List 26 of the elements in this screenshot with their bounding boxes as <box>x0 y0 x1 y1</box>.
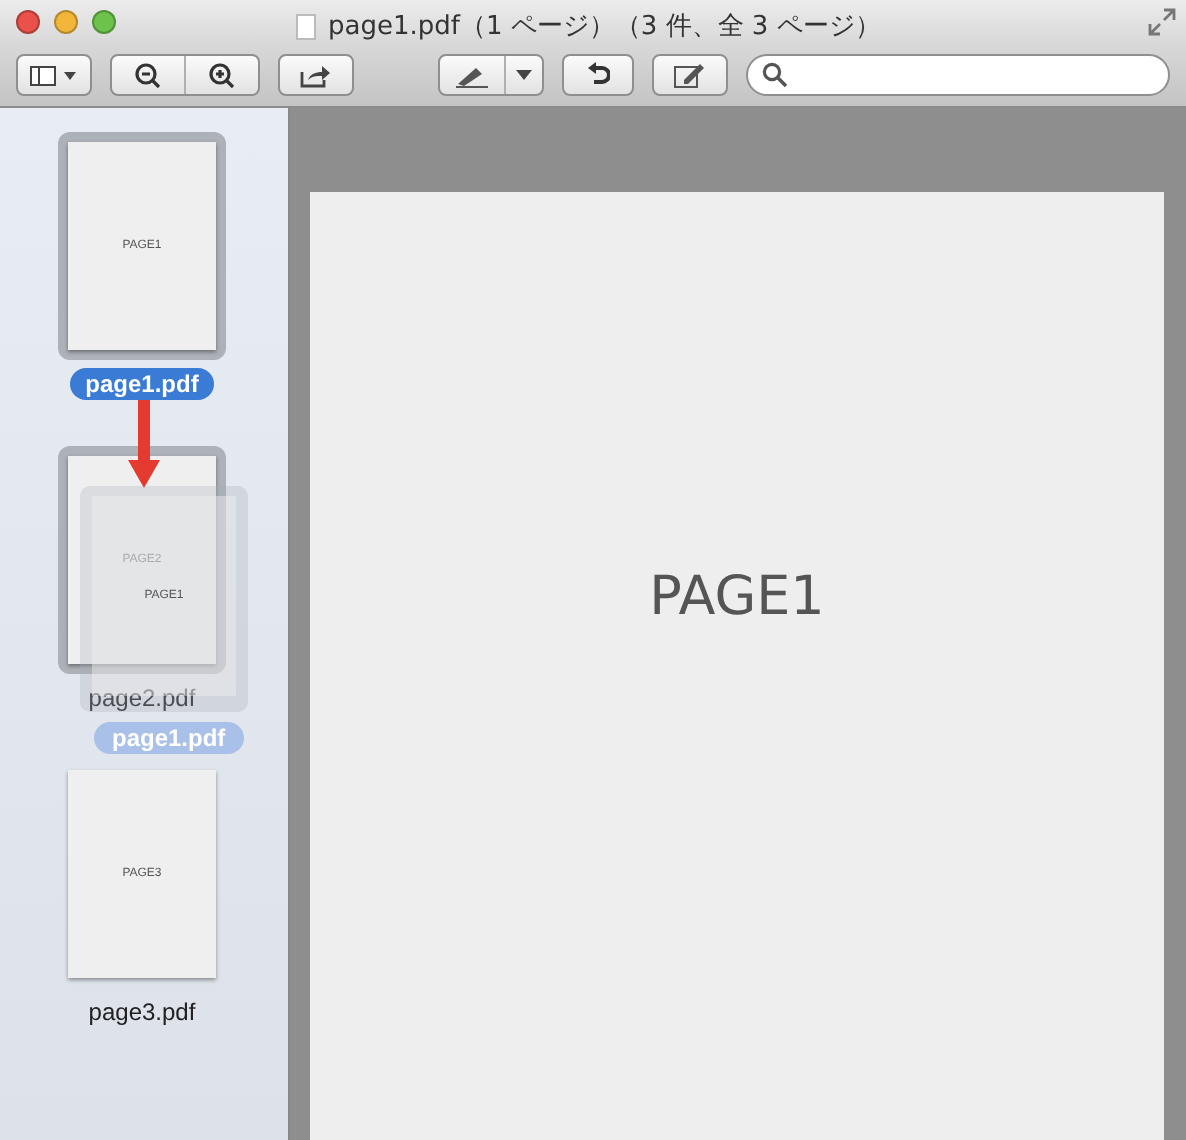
minimize-button[interactable] <box>54 10 78 34</box>
edit-icon <box>674 62 706 88</box>
page-text: PAGE1 <box>649 565 825 627</box>
dragged-label: page1.pdf <box>94 722 244 754</box>
arrow-icon <box>128 400 160 488</box>
zoom-in-icon <box>208 61 236 89</box>
search-field[interactable] <box>746 54 1170 96</box>
thumbnail-label[interactable]: page3.pdf <box>72 996 212 1028</box>
close-button[interactable] <box>16 10 40 34</box>
zoom-out-icon <box>134 61 162 89</box>
caret-icon <box>516 70 532 80</box>
rotate-icon <box>586 61 610 89</box>
thumbnail-label[interactable]: page1.pdf <box>69 368 215 400</box>
fullscreen-icon[interactable] <box>1148 8 1176 36</box>
edit-button[interactable] <box>652 54 728 96</box>
rotate-button[interactable] <box>562 54 634 96</box>
share-button[interactable] <box>278 54 354 96</box>
pen-icon <box>454 63 490 87</box>
document-icon <box>296 13 316 39</box>
search-icon <box>762 62 788 88</box>
sidebar-icon <box>30 65 78 85</box>
sidebar-button[interactable] <box>16 54 92 96</box>
zoom-button[interactable] <box>92 10 116 34</box>
share-icon <box>300 63 332 87</box>
window-title: page1.pdf（1 ページ）（3 件、全 3 ページ） <box>328 10 881 44</box>
thumbnail-label[interactable]: page2.pdf <box>72 682 212 714</box>
